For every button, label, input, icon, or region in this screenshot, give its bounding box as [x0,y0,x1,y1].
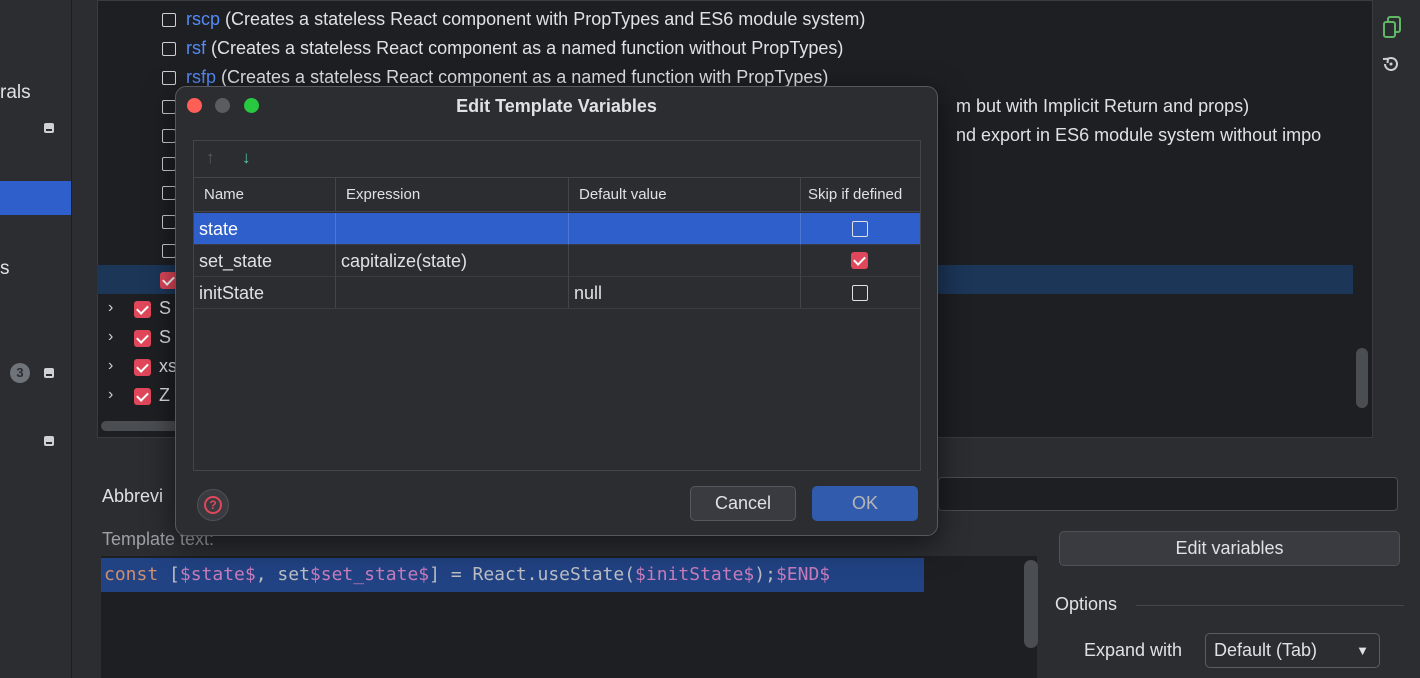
column-header-name[interactable]: Name [194,178,336,212]
checkbox[interactable] [162,13,176,27]
group-label: S [159,298,172,318]
checkbox-checked[interactable] [134,359,151,376]
group-label: Z [159,385,170,405]
table-toolbar: ↑ ↓ [194,141,920,178]
help-icon: ? [204,496,222,514]
sidebar-item-label[interactable]: rals [0,82,31,104]
checkbox-checked[interactable] [134,330,151,347]
edit-template-variables-dialog: Edit Template Variables ↑ ↓ Name Express… [175,86,938,536]
cell-expression[interactable] [336,277,569,309]
code-variable: $initState$ [635,564,755,585]
column-header-skip[interactable]: Skip if defined [801,178,920,212]
template-description: m but with Implicit Return and props) [956,96,1250,116]
checkbox[interactable] [162,215,176,229]
count-badge: 3 [10,363,30,383]
chevron-right-icon[interactable]: › [108,386,113,404]
chevron-right-icon[interactable]: › [108,328,113,346]
chevron-right-icon[interactable]: › [108,299,113,317]
cancel-button[interactable]: Cancel [690,486,796,521]
checkbox-checked[interactable] [134,301,151,318]
expand-with-select[interactable]: Default (Tab) ▼ [1205,633,1380,668]
expand-with-label: Expand with [1084,640,1183,660]
cell-expression[interactable]: capitalize(state) [336,245,569,277]
help-button[interactable]: ? [197,489,229,521]
template-abbreviation: rsf [186,38,206,58]
skip-checkbox-checked[interactable] [851,252,868,269]
template-abbreviation: rsfp [186,67,217,87]
cell-skip[interactable] [801,213,920,245]
cell-skip[interactable] [801,245,920,277]
template-description: nd export in ES6 module system without i… [956,125,1322,145]
abbreviation-label: Abbrevi [102,486,164,506]
sidebar-item-label[interactable]: s [0,258,10,280]
checkbox[interactable] [162,71,176,85]
chevron-right-icon[interactable]: › [108,357,113,375]
checkbox[interactable] [162,157,176,171]
template-description: (Creates a stateless React component as … [221,67,829,87]
cell-name[interactable]: set_state [194,245,336,277]
checkbox[interactable] [162,100,176,114]
code-variable: $state$ [179,564,256,585]
column-header-default[interactable]: Default value [569,178,801,212]
edit-variables-button[interactable]: Edit variables [1059,531,1400,566]
column-header-expression[interactable]: Expression [336,178,569,212]
code-keyword: const [104,564,159,585]
checkbox[interactable] [162,244,176,258]
code-text: ] = React.useState( [429,564,636,585]
copy-icon[interactable] [1382,16,1402,38]
ok-button[interactable]: OK [812,486,918,521]
cell-default[interactable] [569,213,801,245]
checkbox[interactable] [162,42,176,56]
skip-checkbox[interactable] [852,285,868,301]
template-code-line[interactable]: const [$state$, set$set_state$] = React.… [101,558,924,592]
cell-default[interactable]: null [569,277,801,309]
variables-table: ↑ ↓ Name Expression Default value Skip i… [193,140,921,471]
dialog-title: Edit Template Variables [456,96,657,116]
options-heading: Options [1055,594,1118,614]
options-divider [1136,605,1404,606]
code-variable: $set_state$ [309,564,430,585]
template-description: (Creates a stateless React component as … [211,38,844,58]
template-description: (Creates a stateless React component wit… [225,9,866,29]
expand-with-value: Default (Tab) [1214,640,1318,660]
code-variable: $END$ [775,564,831,585]
checkbox[interactable] [162,186,176,200]
editor-scrollbar[interactable] [1024,560,1038,648]
cell-skip[interactable] [801,277,920,309]
tree-row[interactable]: rscp (Creates a stateless React componen… [160,5,1416,34]
project-scope-icon [44,123,54,133]
chevron-down-icon: ▼ [1356,643,1369,658]
template-abbreviation: rscp [186,9,221,29]
restore-icon[interactable] [1381,54,1401,74]
tree-row[interactable]: rsf (Creates a stateless React component… [160,34,1416,63]
code-text: , set [255,564,310,585]
project-scope-icon [44,368,54,378]
checkbox[interactable] [162,129,176,143]
cell-name[interactable]: state [194,213,336,245]
cell-name[interactable]: initState [194,277,336,309]
group-label: S [159,327,172,347]
sidebar-item-selected[interactable] [0,181,71,215]
checkbox-checked[interactable] [134,388,151,405]
code-text: ); [754,564,776,585]
vertical-scrollbar[interactable] [1356,348,1368,408]
code-text: [ [158,564,180,585]
cell-expression[interactable] [336,213,569,245]
abbreviation-field[interactable] [938,477,1398,511]
cell-default[interactable] [569,245,801,277]
move-up-icon[interactable]: ↑ [206,148,215,168]
project-scope-icon [44,436,54,446]
move-down-icon[interactable]: ↓ [242,148,251,168]
skip-checkbox[interactable] [852,221,868,237]
